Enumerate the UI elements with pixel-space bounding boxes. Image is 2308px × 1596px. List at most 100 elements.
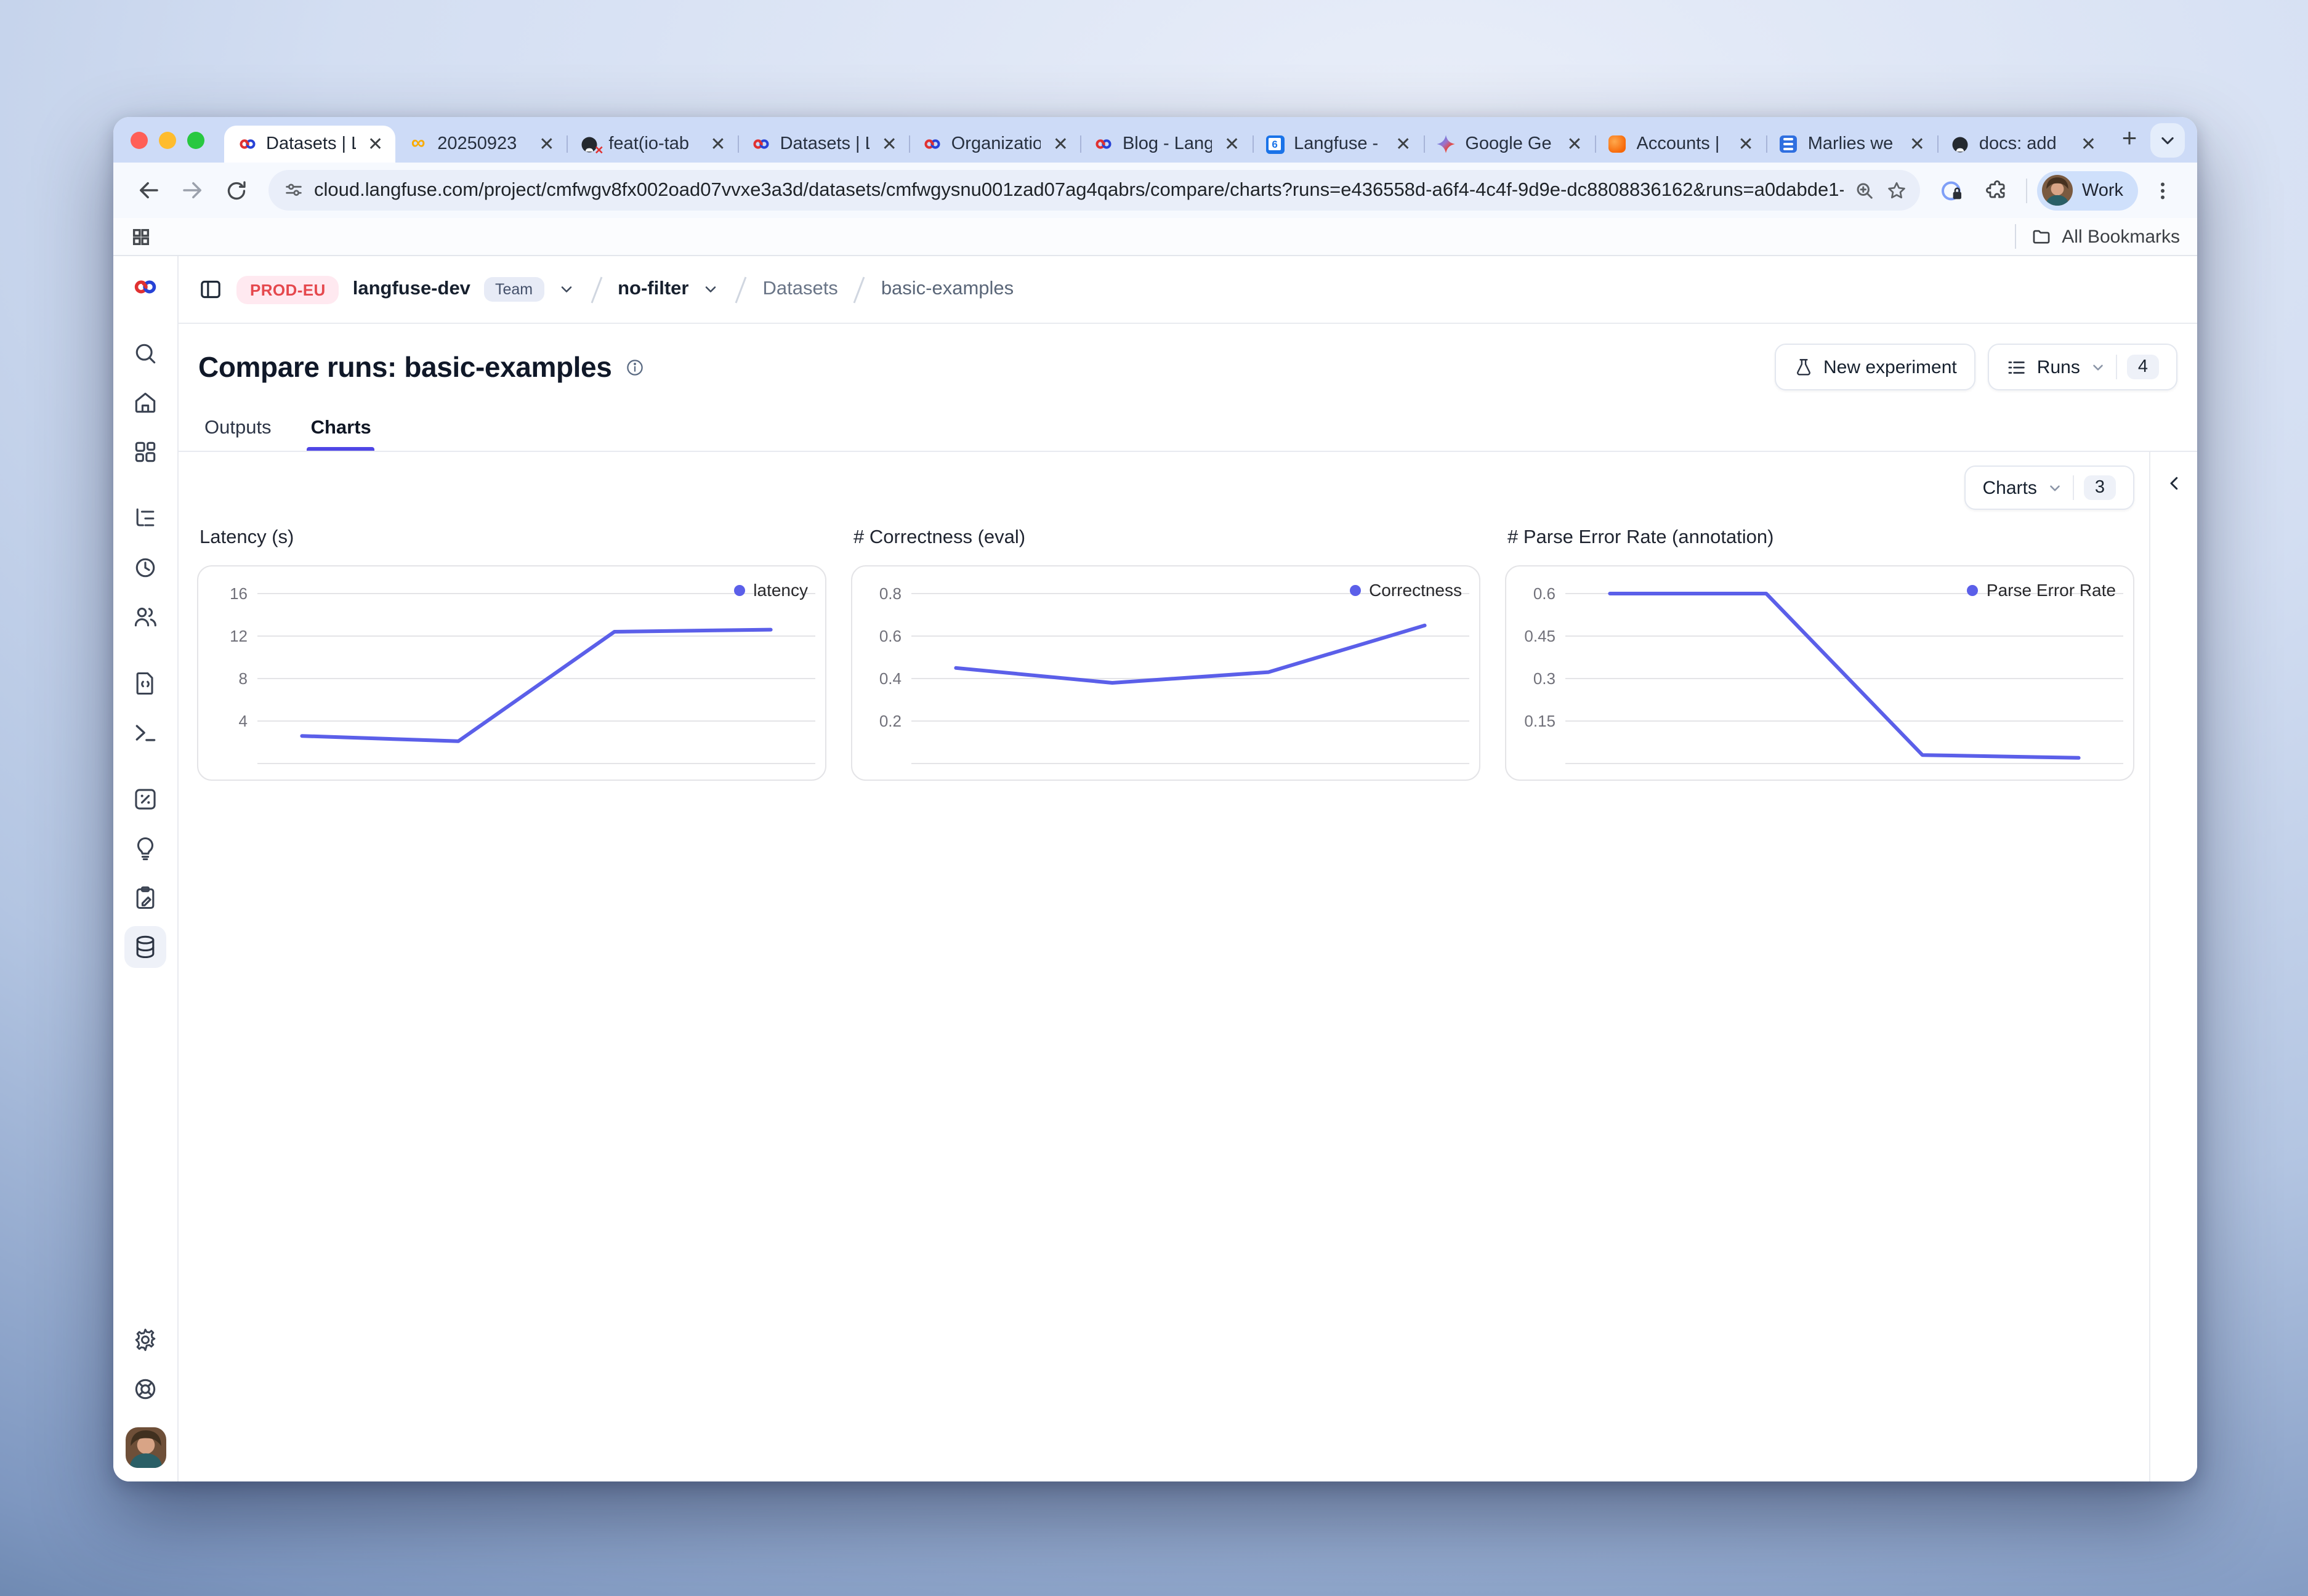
svg-text:4: 4: [239, 712, 248, 730]
svg-text:0.15: 0.15: [1524, 712, 1555, 730]
new-experiment-label: New experiment: [1823, 357, 1957, 377]
chevron-down-icon: [2047, 480, 2063, 496]
docs-icon: [1778, 134, 1799, 155]
site-settings-icon[interactable]: [283, 180, 304, 201]
legend-dot-icon: [733, 584, 744, 595]
close-window-button[interactable]: [131, 131, 148, 148]
sidebar-item-prompts[interactable]: [124, 663, 166, 704]
sidebar-item-annotation[interactable]: [124, 877, 166, 919]
user-avatar[interactable]: [125, 1427, 166, 1468]
tab-close-icon[interactable]: ✕: [1221, 134, 1243, 155]
new-tab-button[interactable]: +: [2113, 123, 2145, 155]
all-bookmarks-button[interactable]: All Bookmarks: [2010, 224, 2180, 249]
legend-dot-icon: [1349, 584, 1360, 595]
sidebar-item-search[interactable]: [124, 332, 166, 374]
sidebar-item-dashboards[interactable]: [124, 431, 166, 473]
tab-close-icon[interactable]: ✕: [535, 134, 558, 155]
chart-legend: Parse Error Rate: [1967, 580, 2116, 600]
sidebar-item-home[interactable]: [124, 382, 166, 424]
browser-tab[interactable]: 6Langfuse -✕: [1252, 126, 1423, 163]
zoom-window-button[interactable]: [187, 131, 204, 148]
tab-close-icon[interactable]: ✕: [1735, 134, 1757, 155]
browser-tab[interactable]: docs: add✕: [1937, 126, 2108, 163]
address-bar[interactable]: cloud.langfuse.com/project/cmfwgv8fx002o…: [268, 170, 1921, 211]
browser-tab[interactable]: Blog - Lang✕: [1081, 126, 1252, 163]
url-text[interactable]: cloud.langfuse.com/project/cmfwgv8fx002o…: [314, 179, 1844, 201]
browser-tab[interactable]: Organizatio✕: [910, 126, 1081, 163]
browser-menu-button[interactable]: [2143, 171, 2182, 210]
tab-label: Google Ge: [1465, 134, 1554, 154]
sidebar-item-sessions[interactable]: [124, 547, 166, 589]
browser-window: Datasets | L✕∞20250923✕✕feat(io-tab✕Data…: [113, 117, 2197, 1481]
chevron-down-icon[interactable]: [557, 281, 575, 298]
browser-tab[interactable]: Accounts |✕: [1595, 126, 1766, 163]
sidebar-item-settings[interactable]: [124, 1319, 166, 1361]
svg-text:12: 12: [230, 627, 248, 645]
browser-tab[interactable]: Datasets | L✕: [224, 126, 395, 163]
colab-icon: ∞: [408, 134, 429, 155]
tab-label: 20250923: [437, 134, 527, 154]
lock-circle-icon: [1940, 178, 1965, 203]
tab-close-icon[interactable]: ✕: [878, 134, 901, 155]
browser-tab[interactable]: Datasets | L✕: [738, 126, 910, 163]
sidebar-item-insights[interactable]: [124, 828, 166, 869]
reload-icon: [224, 178, 249, 203]
chart-title: Latency (s): [200, 527, 826, 549]
breadcrumb-section[interactable]: Datasets: [762, 278, 837, 300]
extensions-button[interactable]: [1977, 171, 2017, 210]
sidebar-item-tracing[interactable]: [124, 498, 166, 539]
tab-close-icon[interactable]: ✕: [1392, 134, 1414, 155]
chart-parse-error-rate: # Parse Error Rate (annotation) 0.150.30…: [1505, 527, 2134, 781]
breadcrumb-item[interactable]: basic-examples: [881, 278, 1014, 300]
tab-charts[interactable]: Charts: [307, 417, 375, 451]
tab-close-icon[interactable]: ✕: [1049, 134, 1072, 155]
bookmark-star-icon[interactable]: [1886, 179, 1908, 201]
line-chart: 481216: [198, 566, 825, 780]
minimize-window-button[interactable]: [159, 131, 176, 148]
chevron-down-icon[interactable]: [702, 281, 719, 298]
project-name[interactable]: no-filter: [618, 278, 688, 300]
collapse-panel-icon[interactable]: [2165, 474, 2183, 493]
legend-label: latency: [753, 580, 808, 600]
desktop: Datasets | L✕∞20250923✕✕feat(io-tab✕Data…: [0, 0, 2308, 1596]
sidebar-item-support[interactable]: [124, 1368, 166, 1410]
new-experiment-button[interactable]: New experiment: [1774, 344, 1975, 390]
tab-close-icon[interactable]: ✕: [1563, 134, 1586, 155]
app-content: PROD-EU langfuse-dev Team no-filter Data…: [113, 256, 2197, 1481]
charts-dropdown-button[interactable]: Charts 3: [1964, 465, 2134, 510]
profile-chip[interactable]: Work: [2038, 171, 2138, 210]
button-divider: [2116, 355, 2117, 379]
tab-search-button[interactable]: [2150, 123, 2185, 157]
sidebar-item-playground[interactable]: [124, 712, 166, 754]
forward-button[interactable]: [172, 171, 212, 210]
runs-dropdown-button[interactable]: Runs 4: [1988, 344, 2177, 390]
button-divider: [2073, 475, 2074, 500]
sidebar-item-datasets[interactable]: [124, 926, 166, 968]
panel-left-toggle-icon[interactable]: [198, 277, 223, 302]
browser-toolbar: cloud.langfuse.com/project/cmfwgv8fx002o…: [113, 163, 2197, 218]
chart-card[interactable]: 0.150.30.450.6 Parse Error Rate: [1505, 565, 2134, 781]
tab-close-icon[interactable]: ✕: [1906, 134, 1929, 155]
browser-tab[interactable]: ∞ 20250923 ✕: [395, 126, 567, 163]
chart-card[interactable]: 481216 latency: [197, 565, 826, 781]
browser-tab[interactable]: Google Ge ✕: [1423, 126, 1594, 163]
tab-outputs[interactable]: Outputs: [201, 417, 275, 451]
breadcrumb-slash-icon: [588, 274, 604, 305]
browser-tab[interactable]: ✕feat(io-tab✕: [567, 126, 738, 163]
tab-close-icon[interactable]: ✕: [2077, 134, 2100, 155]
info-icon[interactable]: [624, 357, 645, 377]
tab-close-icon[interactable]: ✕: [706, 134, 729, 155]
org-name[interactable]: langfuse-dev: [353, 278, 470, 300]
browser-tab[interactable]: Marlies we✕: [1766, 126, 1937, 163]
back-button[interactable]: [128, 171, 167, 210]
sidebar-item-users[interactable]: [124, 596, 166, 638]
apps-grid-icon[interactable]: [131, 226, 151, 247]
environment-badge: PROD-EU: [236, 275, 339, 304]
tab-close-icon[interactable]: ✕: [364, 134, 387, 155]
password-manager-button[interactable]: [1933, 171, 1972, 210]
accounts-icon: [1607, 134, 1628, 155]
sidebar-item-evaluators[interactable]: [124, 778, 166, 820]
reload-button[interactable]: [217, 171, 256, 210]
zoom-level-icon[interactable]: [1854, 179, 1876, 201]
chart-card[interactable]: 0.20.40.60.8 Correctness: [851, 565, 1480, 781]
